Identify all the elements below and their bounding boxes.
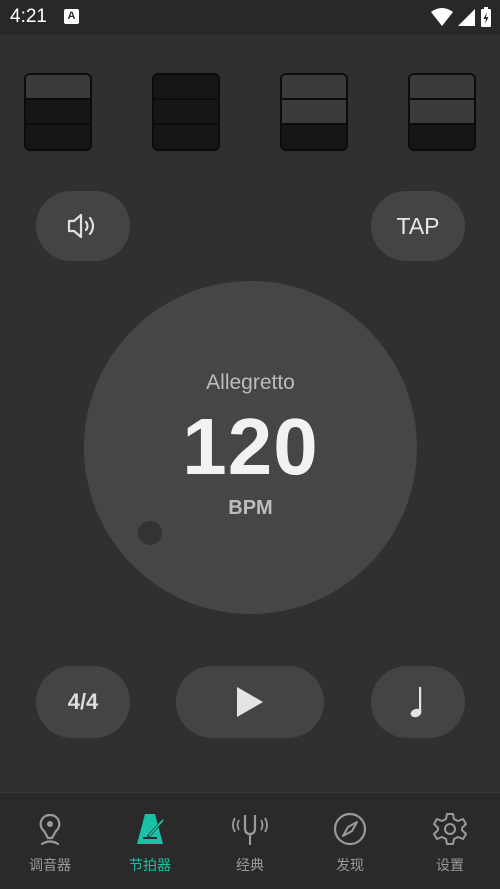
nav-label-metronome: 节拍器 bbox=[129, 858, 171, 874]
nav-classic[interactable]: 经典 bbox=[200, 793, 300, 889]
nav-label-classic: 经典 bbox=[236, 858, 264, 874]
gear-icon bbox=[433, 813, 467, 845]
nav-label-discover: 发现 bbox=[336, 858, 364, 874]
bottom-navigation: 调音器 节拍器 经典 发现 设置 bbox=[0, 792, 500, 889]
nav-label-settings: 设置 bbox=[436, 858, 464, 874]
tuner-pin-icon bbox=[39, 813, 61, 846]
nav-tuner[interactable]: 调音器 bbox=[0, 793, 100, 889]
beat-1[interactable] bbox=[24, 73, 92, 151]
time-signature-button[interactable]: 4/4 bbox=[36, 666, 130, 738]
sound-toggle-button[interactable] bbox=[36, 191, 130, 261]
bpm-value: 120 bbox=[182, 402, 319, 491]
compass-icon bbox=[333, 812, 367, 846]
metronome-icon bbox=[137, 814, 166, 844]
signal-icon bbox=[457, 9, 475, 26]
speaker-icon bbox=[67, 213, 95, 239]
tempo-marking: Allegretto bbox=[206, 371, 295, 394]
beat-4[interactable] bbox=[408, 73, 476, 151]
note-value-button[interactable] bbox=[371, 666, 465, 738]
nav-discover[interactable]: 发现 bbox=[300, 793, 400, 889]
tempo-dial[interactable]: Allegretto 120 BPM bbox=[84, 281, 417, 614]
beat-indicators bbox=[0, 73, 500, 151]
play-button[interactable] bbox=[176, 666, 324, 738]
nav-label-tuner: 调音器 bbox=[29, 858, 71, 874]
app-notification-icon: A bbox=[64, 9, 79, 24]
nav-settings[interactable]: 设置 bbox=[400, 793, 500, 889]
status-bar: 4:21 A bbox=[0, 0, 500, 34]
status-time: 4:21 bbox=[10, 6, 47, 27]
quarter-note-icon bbox=[410, 687, 422, 718]
beat-2[interactable] bbox=[152, 73, 220, 151]
bpm-unit-label: BPM bbox=[228, 497, 273, 519]
wifi-icon bbox=[431, 8, 454, 26]
dial-knob[interactable] bbox=[138, 521, 162, 545]
play-icon bbox=[237, 687, 263, 717]
battery-icon bbox=[481, 7, 491, 27]
tap-tempo-button[interactable]: TAP bbox=[371, 191, 465, 261]
beat-3[interactable] bbox=[280, 73, 348, 151]
status-icons bbox=[431, 7, 492, 27]
nav-metronome[interactable]: 节拍器 bbox=[100, 793, 200, 889]
tuning-fork-icon bbox=[232, 815, 268, 845]
